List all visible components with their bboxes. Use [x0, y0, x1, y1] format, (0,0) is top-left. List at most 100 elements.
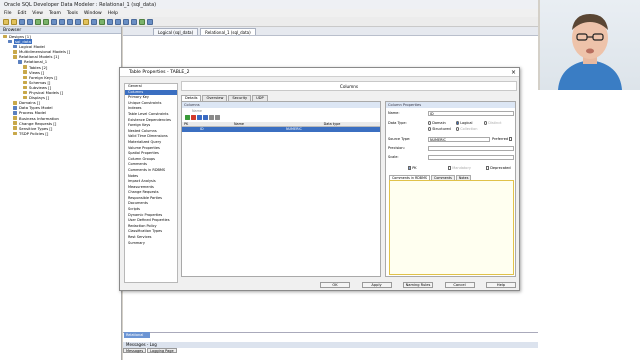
source-type-label: Source Type: [388, 137, 411, 141]
search-icon[interactable] [147, 18, 153, 25]
radio-collection-circle [456, 127, 460, 131]
main-toolbar [0, 17, 538, 27]
radio-distinct[interactable]: Distinct [484, 121, 502, 126]
browser-title: Browser [0, 27, 121, 34]
log-tab-messages[interactable]: Messages [123, 348, 147, 353]
cancel-button[interactable]: Cancel [444, 282, 475, 288]
add-column-icon[interactable] [185, 115, 190, 120]
preferred-checkbox[interactable]: Preferred [492, 137, 513, 142]
name-label: Name: [388, 111, 400, 115]
column-properties-panel: Column Properties Name: ID Data Type: Do… [385, 101, 516, 277]
remove-column-icon[interactable] [191, 115, 196, 120]
name-field[interactable]: ID [428, 111, 514, 116]
dialog-buttons: OK Apply Naming Rules Cancel Help [320, 282, 516, 289]
nav-item[interactable]: Summary [125, 241, 177, 247]
source-type-select[interactable]: NUMERIC [428, 137, 490, 142]
pk-checkbox[interactable]: PK [408, 166, 417, 171]
browser-panel: Browser Designs [1] sql_data Logical Model… [0, 27, 122, 360]
model-icon [13, 111, 17, 115]
new-icon[interactable] [3, 18, 9, 25]
log-tab-logging[interactable]: Logging Page [147, 348, 177, 353]
radio-structured-circle [428, 127, 432, 131]
model-icon [13, 44, 17, 49]
columns-panel: Columns Name PK Name Data type ID NUMERI… [181, 101, 381, 277]
log-tabs: Messages Logging Page [123, 348, 203, 353]
folder-icon [3, 34, 7, 39]
naming-rules-button[interactable]: Naming Rules [403, 282, 433, 288]
ddl-icon[interactable] [107, 18, 113, 25]
menu-file[interactable]: File [4, 11, 12, 16]
section-header: Columns [181, 81, 517, 91]
webcam-overlay [540, 0, 640, 90]
radio-collection[interactable]: Collection [456, 127, 478, 132]
window-title-bar: Oracle SQL Developer Data Modeler : Rela… [0, 0, 538, 9]
ok-button[interactable]: OK [320, 282, 350, 288]
dialog-title-bar: Table Properties - TABLE_2 × [120, 68, 519, 77]
mandatory-label: Mandatory [452, 166, 471, 170]
tree-item[interactable]: TSDP Policies [] [0, 131, 121, 136]
precision-label: Precision: [388, 146, 405, 150]
folder-icon [23, 80, 27, 85]
help-button[interactable]: Help [486, 282, 516, 288]
close-icon[interactable]: × [511, 68, 516, 77]
tab-relational[interactable]: Relational_1 (sql_data) [200, 28, 256, 35]
radio-domain-label: Domain [432, 121, 446, 125]
column-toolbar [182, 114, 380, 121]
radio-logical-label: Logical [460, 121, 473, 125]
apply-button[interactable]: Apply [361, 282, 392, 288]
layout-icon[interactable] [139, 18, 145, 25]
radio-domain[interactable]: Domain [428, 121, 446, 126]
mandatory-checkbox[interactable]: Mandatory [448, 166, 471, 171]
folder-icon [13, 55, 17, 59]
table-row[interactable]: ID NUMERIC [182, 127, 380, 132]
precision-field[interactable] [428, 146, 514, 151]
new-table-icon[interactable] [59, 18, 65, 25]
dialog-title: Table Properties - TABLE_2 [129, 70, 190, 75]
folder-icon [23, 90, 27, 95]
menu-tools[interactable]: Tools [67, 11, 78, 16]
folder-icon [13, 131, 17, 136]
columns-table: PK Name Data type ID NUMERIC [182, 122, 380, 132]
radio-structured[interactable]: Structured [428, 127, 451, 132]
menu-help[interactable]: Help [108, 11, 118, 16]
open-icon[interactable] [11, 18, 17, 25]
save-icon[interactable] [19, 18, 25, 25]
select-icon[interactable] [51, 18, 57, 25]
move-down-icon[interactable] [203, 115, 208, 120]
comment-textarea[interactable] [389, 180, 514, 275]
deprecated-label: Deprecated [490, 166, 511, 170]
save-all-icon[interactable] [27, 18, 33, 25]
new-fk-icon[interactable] [75, 18, 81, 25]
tab-logical[interactable]: Logical (sql_data) [153, 28, 199, 35]
move-up-icon[interactable] [197, 115, 202, 120]
menu-window[interactable]: Window [84, 11, 102, 16]
row-name: ID [200, 127, 204, 131]
menu-view[interactable]: View [32, 11, 43, 16]
row-datatype: NUMERIC [286, 127, 302, 131]
relational-tab[interactable]: Relational [124, 332, 150, 338]
menu-team[interactable]: Team [49, 11, 61, 16]
menu-edit[interactable]: Edit [18, 11, 27, 16]
note-icon[interactable] [83, 18, 89, 25]
scale-field[interactable] [428, 155, 514, 160]
folder-icon [23, 70, 27, 74]
pk-box [408, 166, 412, 170]
radio-logical[interactable]: Logical [456, 121, 472, 126]
engineer-icon[interactable] [99, 18, 105, 25]
undo-icon[interactable] [35, 18, 41, 25]
datatype-label: Data Type: [388, 121, 407, 125]
new-view-icon[interactable] [67, 18, 73, 25]
fit-screen-icon[interactable] [131, 18, 137, 25]
zoom-in-icon[interactable] [115, 18, 121, 25]
tree-item-label: TSDP Policies [] [19, 130, 49, 136]
picture-icon[interactable] [91, 18, 97, 25]
radio-collection-label: Collection [460, 127, 478, 131]
redo-icon[interactable] [43, 18, 49, 25]
zoom-out-icon[interactable] [123, 18, 129, 25]
model-icon [18, 60, 22, 64]
copy-icon[interactable] [209, 115, 214, 120]
scale-label: Scale: [388, 155, 399, 159]
deprecated-checkbox[interactable]: Deprecated [486, 166, 511, 171]
paste-icon[interactable] [215, 115, 220, 120]
folder-icon [23, 75, 27, 80]
